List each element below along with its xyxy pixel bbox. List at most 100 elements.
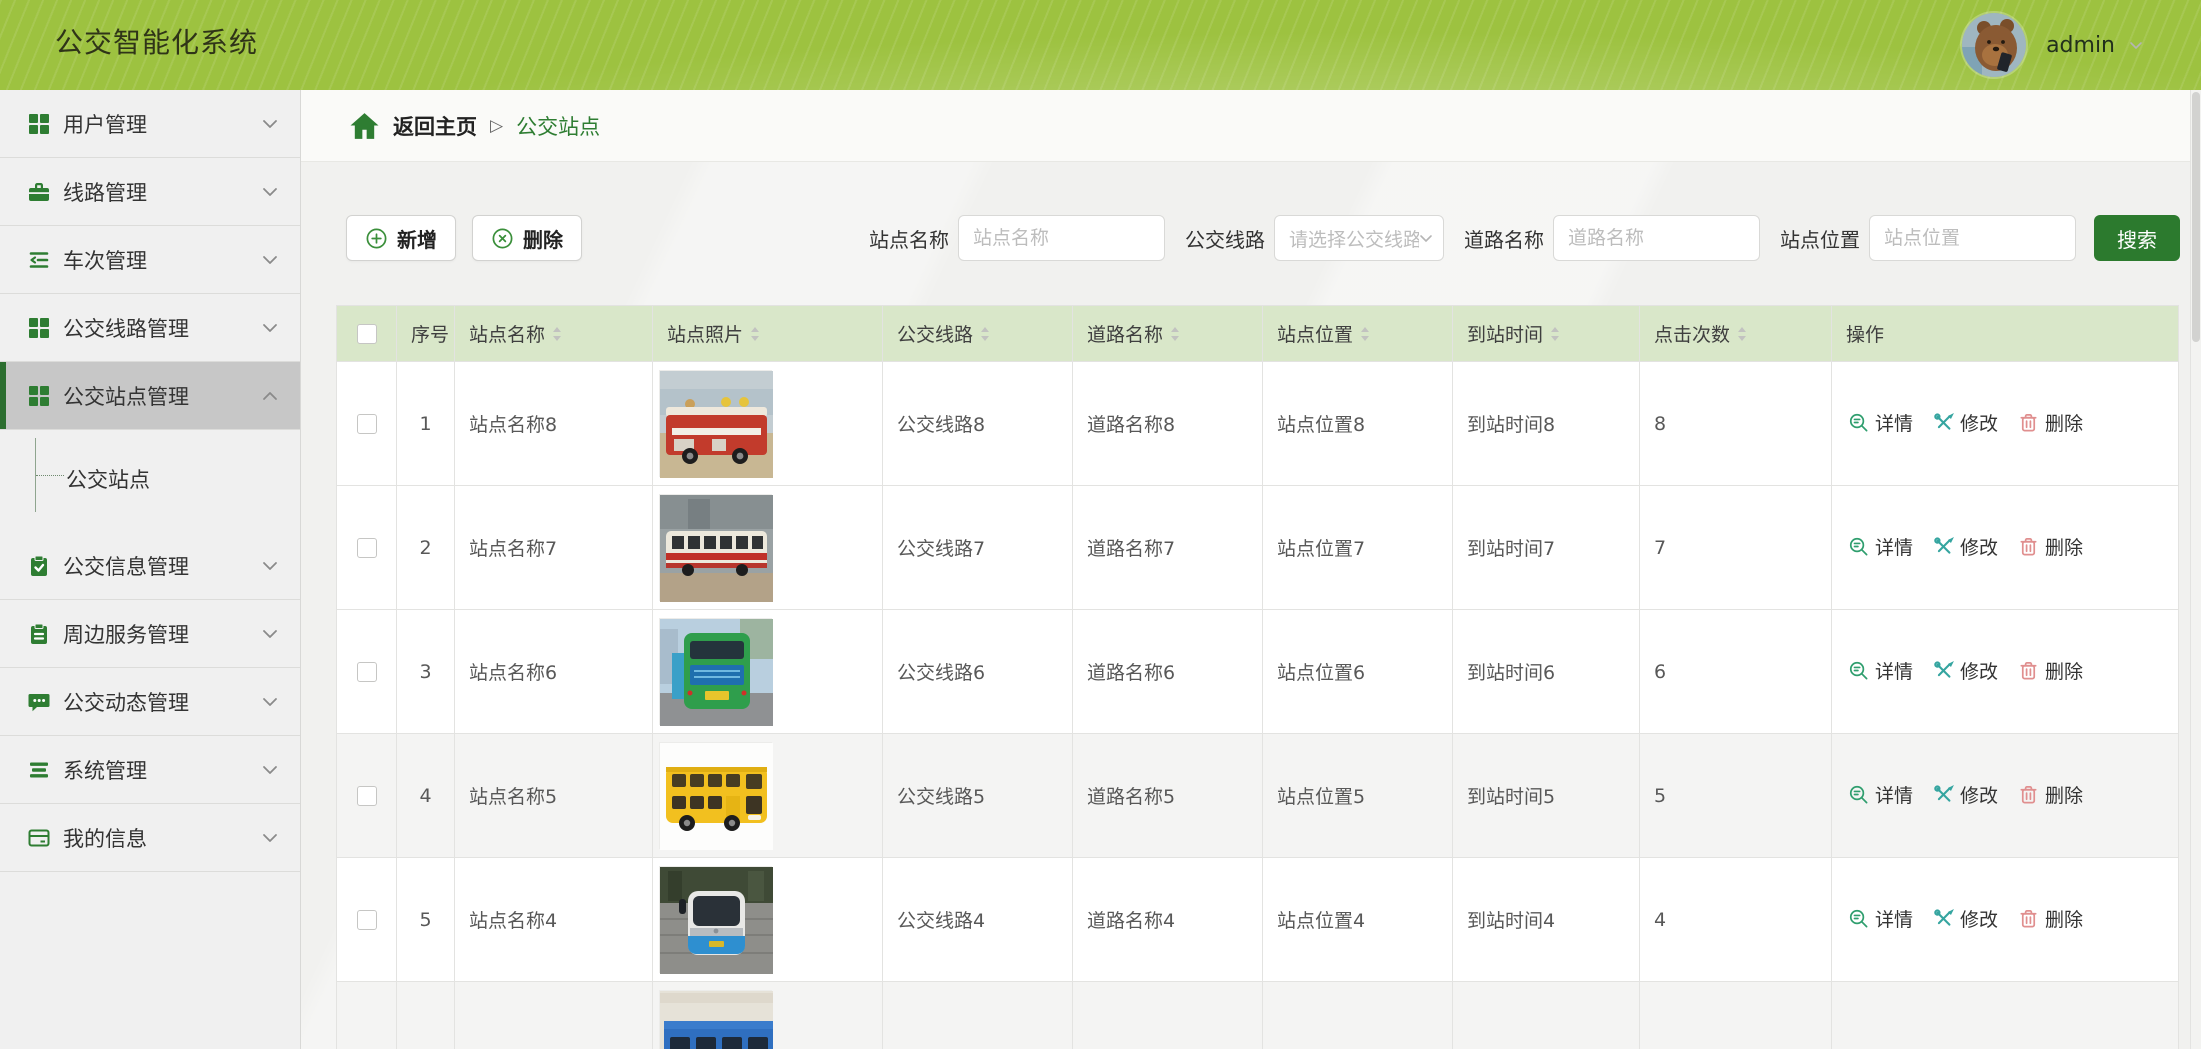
cell-checkbox	[336, 733, 397, 858]
cell-checkbox	[336, 981, 397, 1049]
delete-row-button[interactable]: 删除	[2018, 409, 2083, 436]
cell-checkbox	[336, 485, 397, 610]
cell-station-name: 站点名称7	[454, 485, 653, 610]
chevron-up-icon	[262, 391, 278, 401]
chevron-down-icon	[1419, 234, 1433, 243]
cell-road-name: 道路名称7	[1072, 485, 1263, 610]
add-button[interactable]: 新增	[346, 215, 456, 261]
sidebar-item-bus-news-mgmt[interactable]: 公交动态管理	[0, 668, 300, 736]
sidebar-subitem-bus-station[interactable]: 公交站点	[66, 464, 150, 494]
sidebar-item-bus-station-mgmt[interactable]: 公交站点管理	[0, 362, 300, 430]
column-header-road[interactable]: 道路名称	[1072, 305, 1263, 362]
row-checkbox[interactable]	[356, 910, 377, 930]
edit-button[interactable]: 修改	[1933, 533, 1998, 560]
column-header-arrival[interactable]: 到站时间	[1452, 305, 1640, 362]
delete-row-button[interactable]: 删除	[2018, 905, 2083, 932]
column-header-line[interactable]: 公交线路	[882, 305, 1073, 362]
sort-icon[interactable]	[1737, 326, 1747, 342]
chevron-down-icon	[262, 697, 278, 707]
cell-station-name: 站点名称5	[454, 733, 653, 858]
main-content: 返回主页 ▷ 公交站点 新增 删除 站点名称公交线路请选择公交线路道路名称站点位…	[301, 90, 2201, 1049]
detail-button[interactable]: 详情	[1848, 781, 1913, 808]
delete-row-button[interactable]: 删除	[2018, 657, 2083, 684]
road-name-input[interactable]	[1553, 215, 1760, 261]
briefcase-icon	[27, 180, 51, 204]
select-all-checkbox[interactable]	[356, 324, 377, 344]
edit-button[interactable]: 修改	[1933, 409, 1998, 436]
column-header-photo[interactable]: 站点照片	[652, 305, 883, 362]
breadcrumb-current: 公交站点	[516, 114, 601, 139]
row-checkbox[interactable]	[356, 786, 377, 806]
user-menu[interactable]: admin	[1962, 0, 2143, 90]
cell-click-count: 5	[1639, 733, 1832, 858]
cell-index: 3	[396, 609, 455, 734]
sidebar-item-label: 车次管理	[63, 248, 147, 273]
cell-actions: 详情 修改 删除	[1831, 857, 2179, 982]
cell-checkbox	[336, 361, 397, 486]
cell-index: 2	[396, 485, 455, 610]
sort-icon[interactable]	[1360, 326, 1370, 342]
sidebar-item-bus-route-mgmt[interactable]: 公交线路管理	[0, 294, 300, 362]
sidebar-item-trip-mgmt[interactable]: 车次管理	[0, 226, 300, 294]
cell-station-name: 站点名称4	[454, 857, 653, 982]
row-checkbox[interactable]	[356, 662, 377, 682]
sidebar-item-my-info[interactable]: 我的信息	[0, 804, 300, 872]
sidebar-item-bus-info-mgmt[interactable]: 公交信息管理	[0, 532, 300, 600]
station-name-input[interactable]	[958, 215, 1165, 261]
detail-button[interactable]: 详情	[1848, 657, 1913, 684]
column-header-clicks[interactable]: 点击次数	[1639, 305, 1832, 362]
delete-row-button[interactable]: 删除	[2018, 533, 2083, 560]
column-header-position[interactable]: 站点位置	[1262, 305, 1453, 362]
chevron-down-icon	[262, 629, 278, 639]
edit-button[interactable]: 修改	[1933, 905, 1998, 932]
sort-icon[interactable]	[552, 326, 562, 342]
scrollbar-thumb[interactable]	[2192, 92, 2200, 342]
cell-arrival-time	[1452, 981, 1640, 1049]
cell-index	[396, 981, 455, 1049]
detail-button[interactable]: 详情	[1848, 409, 1913, 436]
sidebar-item-label: 公交动态管理	[63, 690, 189, 715]
cell-station-position	[1262, 981, 1453, 1049]
delete-row-button[interactable]: 删除	[2018, 781, 2083, 808]
bars-icon	[27, 758, 51, 782]
station-table: 序号 站点名称 站点照片 公交线路 道路名称 站点位置 到站时间 点击次数 操作 1 站点名称8 公…	[336, 305, 2179, 1049]
detail-button[interactable]: 详情	[1848, 905, 1913, 932]
edit-button[interactable]: 修改	[1933, 657, 1998, 684]
vertical-scrollbar[interactable]	[2190, 90, 2201, 1049]
sidebar-item-label: 用户管理	[63, 112, 147, 137]
sidebar-item-user-mgmt[interactable]: 用户管理	[0, 90, 300, 158]
sort-icon[interactable]	[1170, 326, 1180, 342]
trash-icon	[2018, 784, 2039, 805]
chevron-down-icon	[262, 765, 278, 775]
sort-icon[interactable]	[1550, 326, 1560, 342]
sort-icon[interactable]	[980, 326, 990, 342]
cell-bus-line: 公交线路4	[882, 857, 1073, 982]
station-position-input[interactable]	[1869, 215, 2076, 261]
station-photo-yellow-double-decker	[659, 742, 773, 850]
grid-icon	[27, 112, 51, 136]
edit-button[interactable]: 修改	[1933, 781, 1998, 808]
delete-button[interactable]: 删除	[472, 215, 582, 261]
cell-checkbox	[336, 857, 397, 982]
bus-line-select[interactable]: 请选择公交线路	[1274, 215, 1444, 261]
sidebar-item-nearby-svc-mgmt[interactable]: 周边服务管理	[0, 600, 300, 668]
cell-click-count	[1639, 981, 1832, 1049]
cell-station-photo	[652, 981, 883, 1049]
cell-index: 1	[396, 361, 455, 486]
sidebar-item-route-mgmt[interactable]: 线路管理	[0, 158, 300, 226]
sidebar-item-system-mgmt[interactable]: 系统管理	[0, 736, 300, 804]
breadcrumb-separator: ▷	[490, 115, 504, 136]
search-field-label: 站点位置	[1780, 227, 1860, 252]
breadcrumb-home-link[interactable]: 返回主页	[393, 111, 477, 141]
row-checkbox[interactable]	[356, 538, 377, 558]
cell-station-position: 站点位置4	[1262, 857, 1453, 982]
column-header-name[interactable]: 站点名称	[454, 305, 653, 362]
search-button[interactable]: 搜索	[2094, 215, 2180, 261]
sort-icon[interactable]	[750, 326, 760, 342]
cell-checkbox	[336, 609, 397, 734]
cell-road-name: 道路名称5	[1072, 733, 1263, 858]
cell-station-photo	[652, 857, 883, 982]
row-checkbox[interactable]	[356, 414, 377, 434]
detail-button[interactable]: 详情	[1848, 533, 1913, 560]
tree-connector	[36, 475, 64, 476]
